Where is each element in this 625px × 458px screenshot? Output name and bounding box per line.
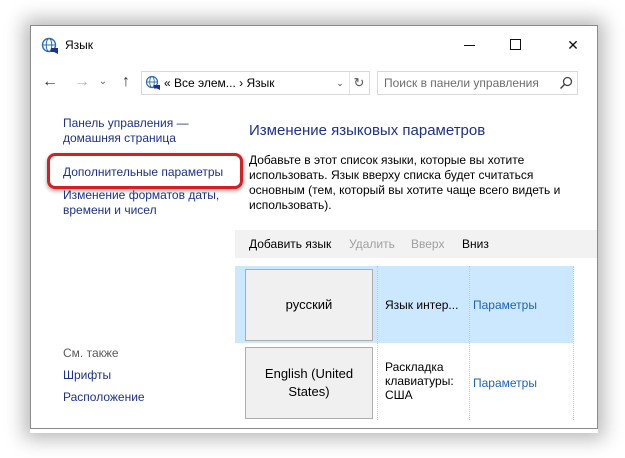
recent-locations-icon[interactable]: ⌄ [94,73,112,91]
page-title: Изменение языковых параметров [249,122,486,139]
language-window: Язык ✕ ← → ⌄ ↑ « Все элем... › Язык ⌄ ↻ … [30,25,598,429]
navigation-bar: ← → ⌄ ↑ « Все элем... › Язык ⌄ ↻ Поиск в… [31,69,597,95]
language-options-link[interactable]: Параметры [473,298,537,312]
remove-button[interactable]: Удалить [349,237,395,251]
address-bar[interactable]: « Все элем... › Язык ⌄ ↻ [141,71,370,95]
breadcrumb[interactable]: « Все элем... › Язык [164,76,275,90]
language-toolbar: Добавить язык Удалить Вверх Вниз [235,230,597,258]
see-also-heading: См. также [63,346,119,360]
language-info: Язык интер... [385,298,459,312]
move-down-button[interactable]: Вниз [462,237,489,251]
add-language-button[interactable]: Добавить язык [249,237,331,251]
page-description: Добавьте в этот список языки, которые вы… [249,153,561,212]
maximize-icon [510,39,521,50]
advanced-settings-link[interactable]: Дополнительные параметры [63,165,223,180]
minimize-button[interactable] [447,26,493,64]
language-info: Раскладка клавиатуры: США [385,360,454,402]
column-divider [469,266,470,420]
language-tile[interactable]: русский [245,269,373,341]
column-divider [573,266,574,420]
control-panel-icon [145,75,160,90]
address-dropdown-icon[interactable]: ⌄ [332,73,348,93]
date-time-formats-link[interactable]: Изменение форматов даты, времени и чисел [63,188,228,218]
location-link[interactable]: Расположение [63,390,145,405]
fonts-link[interactable]: Шрифты [63,368,111,383]
language-options-link[interactable]: Параметры [473,376,537,390]
control-panel-home-link[interactable]: Панель управления — домашняя страница [63,116,213,146]
window-title: Язык [65,38,94,52]
close-button[interactable]: ✕ [550,26,596,64]
up-arrow-icon[interactable]: ↑ [117,73,135,91]
move-up-button[interactable]: Вверх [411,237,444,251]
language-tile[interactable]: English (United States) [245,347,373,419]
globe-language-icon [41,37,58,54]
maximize-button[interactable] [493,26,539,64]
minimize-icon [464,45,475,46]
close-icon: ✕ [567,37,579,53]
language-row[interactable]: русский Язык интер... Параметры [235,266,573,343]
column-divider [377,266,378,420]
search-icon [559,76,573,90]
back-arrow-icon[interactable]: ← [41,73,59,91]
language-row[interactable]: English (United States) Раскладка клавиа… [235,344,573,420]
search-input[interactable]: Поиск в панели управления [384,76,539,90]
forward-arrow-icon[interactable]: → [73,73,91,91]
refresh-icon[interactable]: ↻ [349,72,368,94]
title-bar[interactable]: Язык ✕ [31,26,597,64]
search-box[interactable]: Поиск в панели управления [377,71,578,95]
